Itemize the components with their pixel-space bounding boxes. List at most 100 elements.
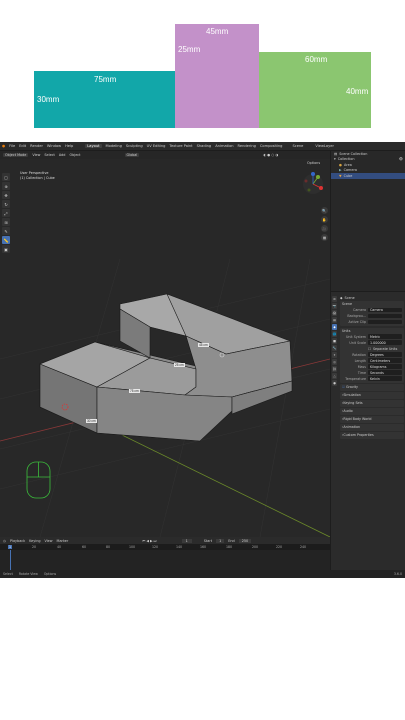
camera-label: Camera bbox=[353, 308, 366, 312]
timeline: ◷ Playback Keying View Marker ⏮◀▶⏭ 1 Sta… bbox=[0, 537, 330, 570]
unit-scale-field[interactable]: 1.000000 bbox=[368, 340, 402, 345]
output-tab-icon[interactable]: 🖨 bbox=[331, 310, 338, 316]
scene-tab-icon[interactable]: ◆ bbox=[331, 324, 338, 330]
add-cube-tool-icon[interactable]: ▣ bbox=[2, 245, 10, 253]
temperature-dropdown[interactable]: Kelvin bbox=[368, 376, 402, 381]
tab-modeling[interactable]: Modeling bbox=[106, 144, 122, 148]
menu-timeline-view[interactable]: View bbox=[45, 539, 53, 543]
3d-viewport[interactable]: User Perspective (1) Collection | Cube ▢… bbox=[0, 159, 330, 537]
tool-tab-icon[interactable]: ⚙ bbox=[331, 296, 338, 302]
move-tool-icon[interactable]: ✥ bbox=[2, 191, 10, 199]
mass-dropdown[interactable]: Kilograms bbox=[368, 364, 402, 369]
tab-rendering[interactable]: Rendering bbox=[238, 144, 256, 148]
dimension-label-30: 30 cm bbox=[86, 419, 97, 423]
rotation-dropdown[interactable]: Degrees bbox=[368, 352, 402, 357]
menu-select[interactable]: Select bbox=[44, 153, 54, 157]
block-height-label: 25mm bbox=[178, 45, 201, 54]
cube-object[interactable] bbox=[39, 293, 293, 442]
length-dropdown[interactable]: Centimeters bbox=[368, 358, 402, 363]
menu-view[interactable]: View bbox=[32, 153, 40, 157]
render-tab-icon[interactable]: 📷 bbox=[331, 303, 338, 309]
start-frame-field[interactable]: 1 bbox=[216, 538, 225, 543]
menu-playback[interactable]: Playback bbox=[10, 539, 25, 543]
rotate-tool-icon[interactable]: ↻ bbox=[2, 200, 10, 208]
transform-tool-icon[interactable]: ⊞ bbox=[2, 218, 10, 226]
measure-tool-icon[interactable]: 📏 bbox=[2, 236, 10, 244]
transform-orientation-dropdown[interactable]: Global bbox=[124, 153, 140, 157]
current-frame-field[interactable]: 1 bbox=[181, 538, 192, 543]
background-field[interactable] bbox=[368, 313, 402, 319]
physics-tab-icon[interactable]: ◎ bbox=[331, 359, 338, 365]
world-tab-icon[interactable]: 🌐 bbox=[331, 331, 338, 337]
unit-system-label: Unit System bbox=[345, 334, 366, 339]
outliner-item-cube[interactable]: ▼ Cube bbox=[331, 173, 405, 179]
shading-buttons[interactable]: ◐●○◑ bbox=[263, 153, 279, 157]
units-panel[interactable]: Units Unit System Metric Unit Scale 1.0000… bbox=[340, 327, 404, 383]
tab-sculpting[interactable]: Sculpting bbox=[126, 144, 143, 148]
menu-marker[interactable]: Marker bbox=[57, 539, 69, 543]
tab-texture-paint[interactable]: Texture Paint bbox=[169, 144, 192, 148]
navigation-gizmo[interactable] bbox=[303, 172, 323, 194]
options-button[interactable]: Options bbox=[307, 161, 320, 165]
menu-help[interactable]: Help bbox=[65, 144, 73, 148]
block-width-label: 45mm bbox=[206, 27, 229, 36]
tab-animation[interactable]: Animation bbox=[215, 144, 233, 148]
select-tool-icon[interactable]: ▢ bbox=[2, 173, 10, 181]
object-tab-icon[interactable]: ■ bbox=[331, 338, 338, 344]
simulation-panel[interactable]: › Simulation bbox=[340, 392, 404, 399]
end-frame-field[interactable]: 250 bbox=[238, 538, 252, 543]
particles-tab-icon[interactable]: ✦ bbox=[331, 352, 338, 358]
custom-properties-panel[interactable]: › Custom Properties bbox=[340, 432, 404, 439]
status-select: Select bbox=[3, 572, 13, 576]
tab-compositing[interactable]: Compositing bbox=[260, 144, 283, 148]
timeline-editor-icon[interactable]: ◷ bbox=[3, 539, 6, 543]
grid-view-icon[interactable]: ▦ bbox=[321, 234, 328, 241]
tab-uv-editing[interactable]: UV Editing bbox=[147, 144, 166, 148]
tab-layout[interactable]: Layout bbox=[85, 144, 102, 148]
dimension-label-45: 45 cm bbox=[198, 343, 209, 347]
constraints-tab-icon[interactable]: ⛓ bbox=[331, 366, 338, 372]
playback-controls[interactable]: ⏮◀▶⏭ bbox=[142, 539, 157, 543]
pan-hand-icon[interactable]: ✋ bbox=[321, 216, 328, 223]
material-tab-icon[interactable]: ● bbox=[331, 380, 338, 386]
active-clip-field[interactable] bbox=[368, 319, 402, 325]
chevron-down-icon[interactable]: ▾ bbox=[334, 157, 336, 161]
top-bar: ● File Edit Render Window Help Layout Mo… bbox=[0, 142, 405, 150]
keying-sets-panel[interactable]: › Keying Sets bbox=[340, 400, 404, 407]
scene-selector[interactable]: Scene bbox=[292, 144, 303, 148]
view-layer-tab-icon[interactable]: ▤ bbox=[331, 317, 338, 323]
timeline-playhead[interactable] bbox=[10, 550, 11, 570]
menu-object[interactable]: Object bbox=[69, 153, 80, 157]
properties-tabs: ⚙ 📷 🖨 ▤ ◆ 🌐 ■ 🔧 ✦ ◎ ⛓ △ ● bbox=[331, 296, 338, 386]
menu-window[interactable]: Window bbox=[47, 144, 61, 148]
menu-render[interactable]: Render bbox=[30, 144, 43, 148]
menu-file[interactable]: File bbox=[9, 144, 15, 148]
audio-panel[interactable]: › Audio bbox=[340, 408, 404, 415]
current-frame-marker[interactable]: 1 bbox=[8, 545, 13, 549]
separate-units-checkbox[interactable]: ☐ bbox=[368, 347, 371, 351]
data-tab-icon[interactable]: △ bbox=[331, 373, 338, 379]
unit-system-dropdown[interactable]: Metric bbox=[368, 334, 402, 339]
menu-add[interactable]: Add bbox=[59, 153, 66, 157]
cursor-tool-icon[interactable]: ⊕ bbox=[2, 182, 10, 190]
zoom-icon[interactable]: 🔍 bbox=[321, 207, 328, 214]
view-layer-selector[interactable]: ViewLayer bbox=[315, 144, 334, 148]
rigid-body-world-panel[interactable]: › Rigid Body World bbox=[340, 416, 404, 423]
menu-edit[interactable]: Edit bbox=[19, 144, 26, 148]
mode-dropdown[interactable]: Object Mode bbox=[3, 153, 29, 157]
frame-ruler[interactable]: 1 20 40 60 80 100 120 140 160 180 200 22… bbox=[0, 544, 330, 550]
camera-view-icon[interactable]: 🎥 bbox=[321, 225, 328, 232]
gravity-panel[interactable]: ☑ Gravity bbox=[340, 384, 404, 391]
animation-panel[interactable]: › Animation bbox=[340, 424, 404, 431]
eye-icon[interactable]: 👁 bbox=[399, 157, 405, 161]
scene-panel[interactable]: Scene Camera Camera Backgrou... Active Cl… bbox=[340, 301, 404, 326]
tab-shading[interactable]: Shading bbox=[197, 144, 212, 148]
camera-field[interactable]: Camera bbox=[368, 307, 402, 313]
time-dropdown[interactable]: Seconds bbox=[368, 370, 402, 375]
gravity-checkbox[interactable]: ☑ bbox=[342, 385, 345, 389]
modifier-tab-icon[interactable]: 🔧 bbox=[331, 345, 338, 351]
menu-keying[interactable]: Keying bbox=[29, 539, 40, 543]
blender-logo-icon[interactable]: ● bbox=[2, 144, 5, 148]
annotate-tool-icon[interactable]: ✎ bbox=[2, 227, 10, 235]
scale-tool-icon[interactable]: ⤢ bbox=[2, 209, 10, 217]
